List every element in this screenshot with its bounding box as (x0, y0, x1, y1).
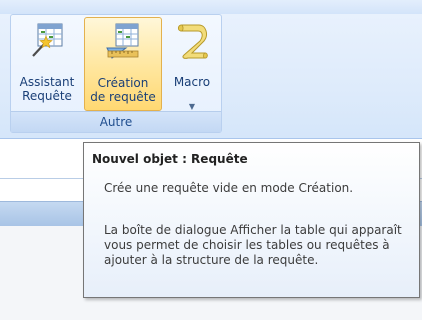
query-design-label-line1: Création (97, 76, 149, 90)
access-window: Assistant Requête Création de requête Ma… (0, 0, 422, 320)
ribbon-tab-strip (0, 0, 422, 15)
macro-label: Macro (173, 75, 211, 89)
chevron-down-icon[interactable]: ▼ (189, 103, 195, 111)
tooltip: Nouvel objet : Requête Crée une requête … (83, 142, 420, 298)
tooltip-description: Crée une requête vide en mode Création. (104, 181, 354, 195)
query-wizard-icon (29, 21, 65, 62)
ribbon-group-autre: Assistant Requête Création de requête Ma… (10, 14, 222, 133)
macro-scroll-icon (174, 21, 210, 62)
query-design-icon (104, 22, 142, 63)
tooltip-detail: La boîte de dialogue Afficher la table q… (104, 223, 402, 267)
query-wizard-label-line1: Assistant (19, 75, 75, 89)
query-design-button[interactable]: Création de requête (84, 17, 162, 111)
query-wizard-label-line2: Requête (22, 89, 72, 103)
macro-button[interactable]: Macro ▼ (165, 17, 219, 111)
query-wizard-button[interactable]: Assistant Requête (12, 17, 82, 111)
query-design-label-line2: de requête (90, 90, 156, 104)
ribbon-group-label: Autre (11, 111, 221, 132)
tooltip-title: Nouvel objet : Requête (92, 152, 248, 166)
